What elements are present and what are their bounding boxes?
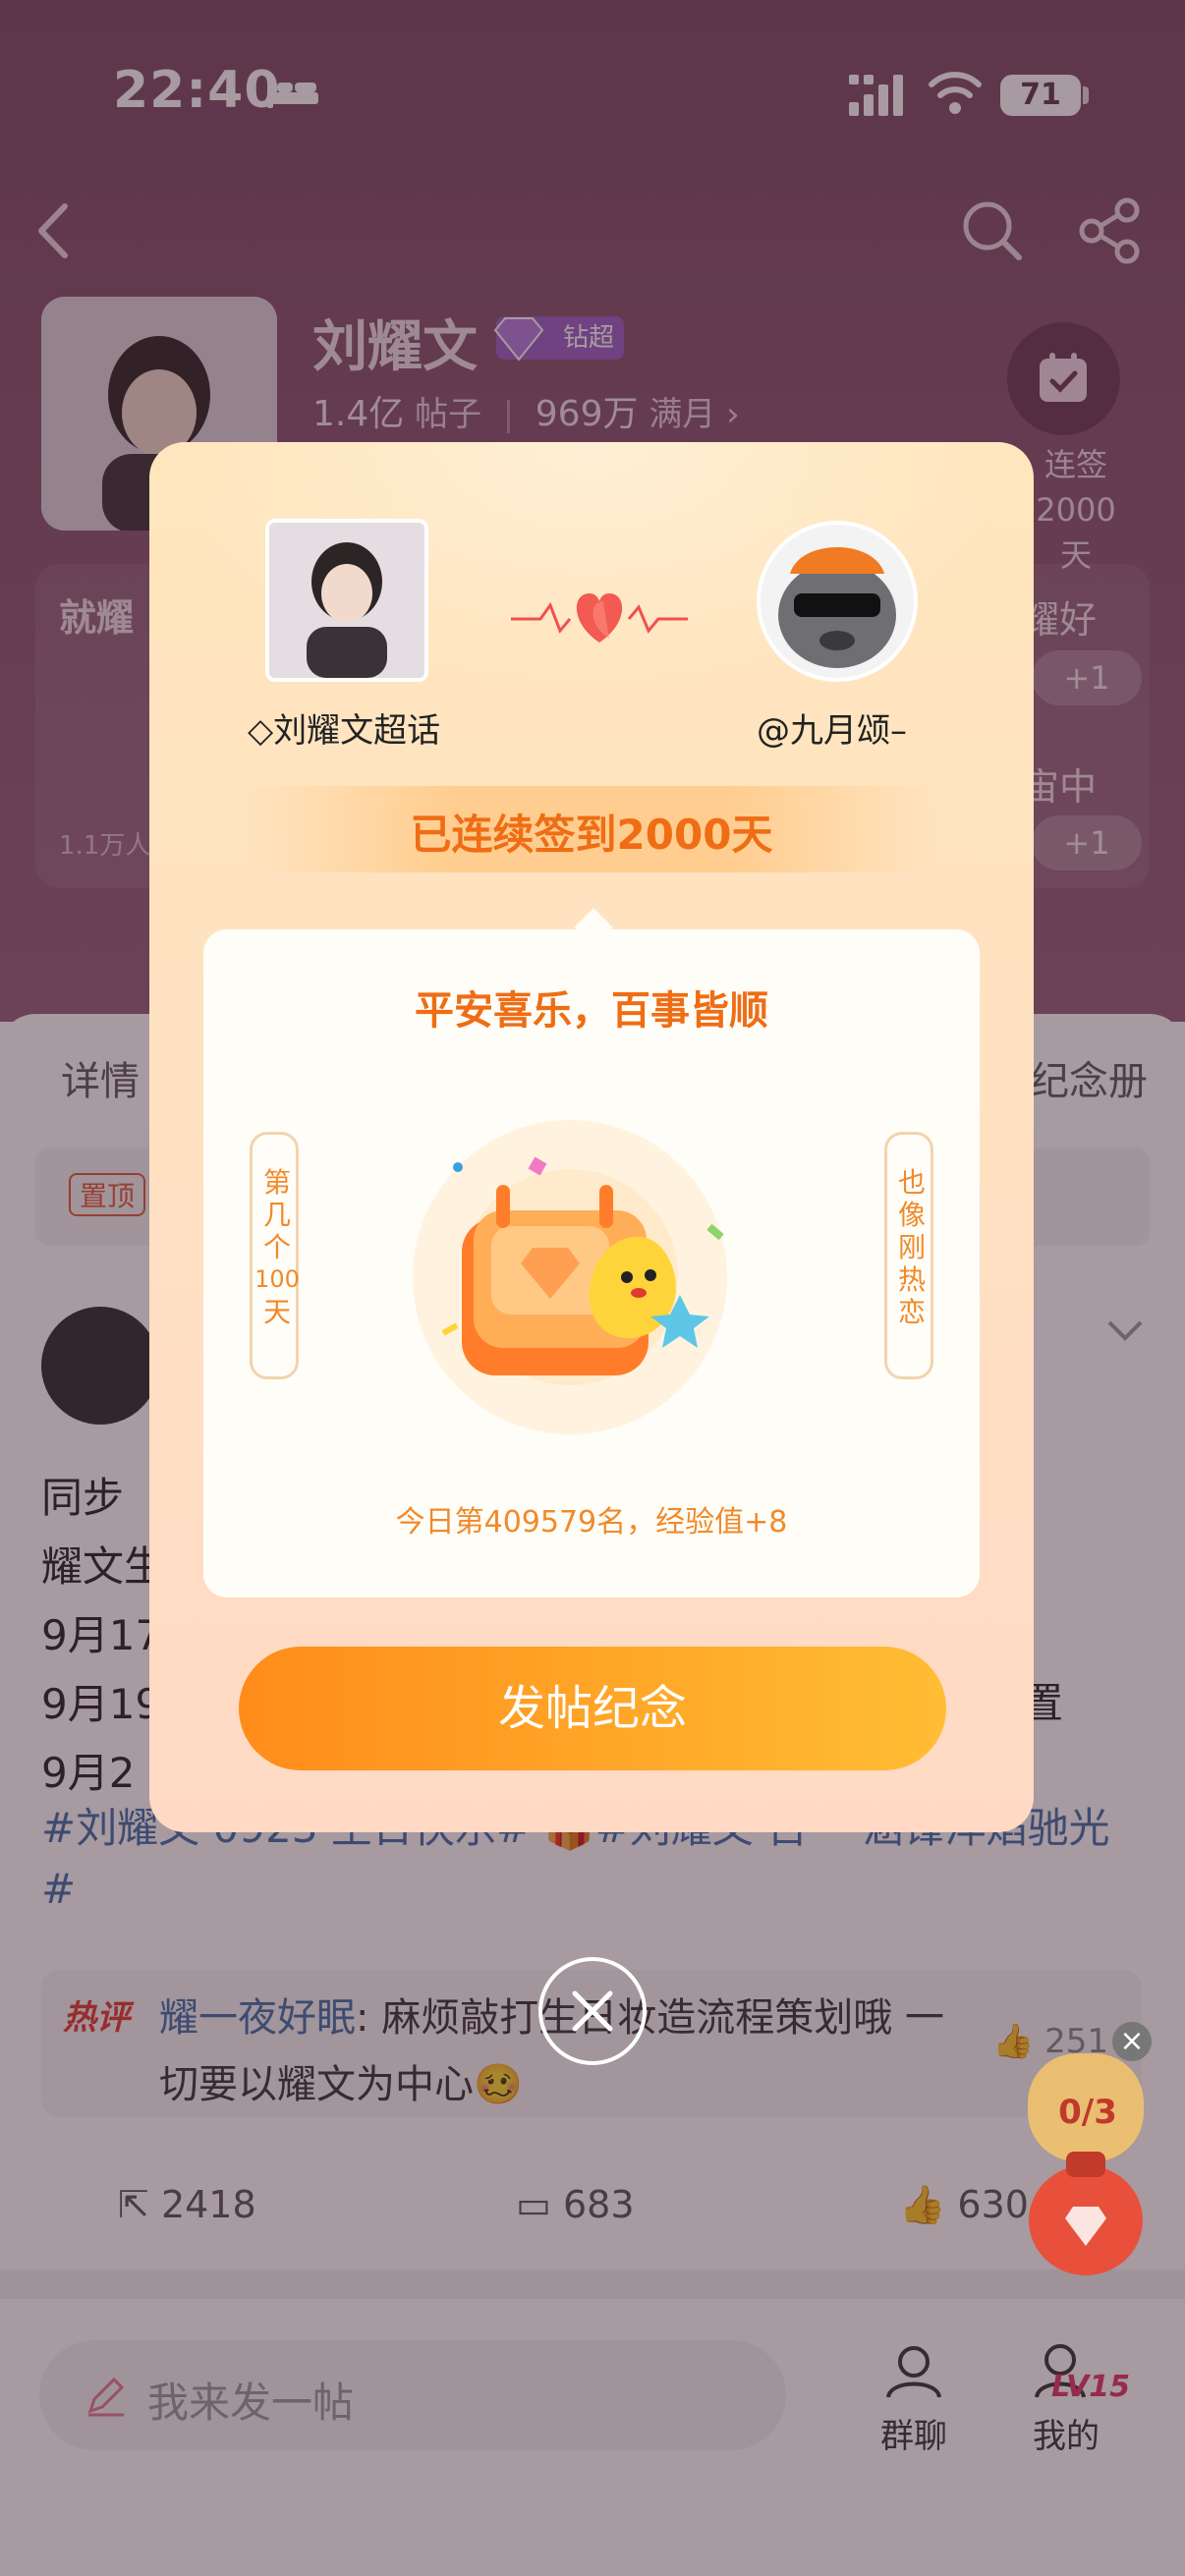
- sunglasses-cat-avatar: [761, 525, 914, 678]
- dialog-topic-name: 刘耀文超话: [273, 711, 441, 751]
- calendar-mascot-illustration: [413, 1120, 727, 1434]
- side-char: 像: [897, 1199, 926, 1231]
- heartbeat-heart-icon: [511, 593, 688, 643]
- side-char: 天: [262, 1296, 291, 1328]
- blessing-text: 平安喜乐，百事皆顺: [415, 988, 768, 1034]
- post-commemorate-button[interactable]: 发帖纪念: [239, 1647, 946, 1770]
- side-char: 个: [262, 1231, 291, 1263]
- task-progress: 0/3: [1058, 2093, 1117, 2132]
- side-char: 刚: [897, 1231, 926, 1263]
- side-tag-left-text: 第 几 个 100 天: [253, 1135, 302, 1328]
- dialog-close-button[interactable]: [538, 1957, 647, 2065]
- side-tag-right: 也 像 刚 热 恋: [884, 1132, 933, 1379]
- side-char: 几: [262, 1199, 291, 1231]
- side-tag-left: 第 几 个 100 天: [250, 1132, 302, 1379]
- side-char: 第: [262, 1166, 291, 1199]
- task-bag-icon[interactable]: [1022, 2053, 1150, 2279]
- side-char: 热: [897, 1263, 926, 1296]
- dialog-user-label: @九月颂–: [757, 711, 907, 751]
- topic-avatar: [265, 519, 428, 682]
- side-char: 也: [897, 1166, 926, 1199]
- side-char: 恋: [897, 1296, 926, 1328]
- portrait-illustration: [269, 523, 424, 678]
- rank-text: 今日第409579名，经验值+8: [395, 1505, 788, 1540]
- side-tag-right-text: 也 像 刚 热 恋: [887, 1135, 936, 1328]
- close-icon: [572, 1990, 613, 2032]
- side-char: 100: [254, 1265, 300, 1293]
- streak-text: 已连续签到2000天: [410, 811, 773, 859]
- user-avatar: [757, 521, 918, 682]
- diamond-icon: ◇: [248, 711, 274, 751]
- task-bag-close-button[interactable]: ×: [1112, 2022, 1152, 2061]
- dialog-topic-label: ◇刘耀文超话: [248, 703, 440, 752]
